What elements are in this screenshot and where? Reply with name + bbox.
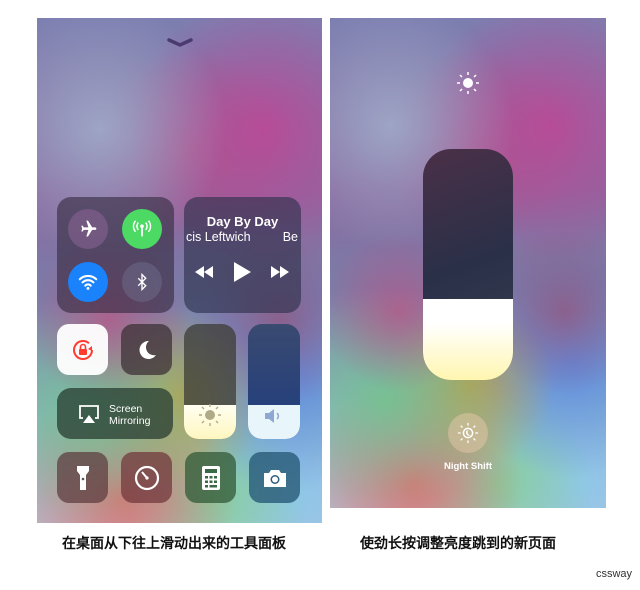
brightness-fill <box>423 299 513 380</box>
artist-name-next: Be <box>282 230 298 244</box>
control-center-screen: Day By Day cis Leftwich Be Screen Mirror… <box>37 18 322 523</box>
calculator-icon <box>201 465 220 490</box>
caption-left: 在桌面从下往上滑动出来的工具面板 <box>62 535 286 551</box>
rewind-icon[interactable] <box>193 264 215 280</box>
song-title: Day By Day <box>206 214 279 229</box>
artist-name: cis Leftwich <box>186 230 251 244</box>
brightness-slider[interactable] <box>184 324 236 439</box>
chevron-down-icon[interactable] <box>167 38 193 48</box>
sun-icon <box>457 72 479 94</box>
timer-button[interactable] <box>121 452 172 503</box>
night-shift-label: Night Shift <box>443 461 492 472</box>
bluetooth-button[interactable] <box>122 262 162 302</box>
airplay-icon <box>79 405 99 423</box>
airplane-icon <box>81 220 97 237</box>
flashlight-button[interactable] <box>57 452 108 503</box>
now-playing-module[interactable]: Day By Day cis Leftwich Be <box>184 197 301 313</box>
brightness-detail-screen: Night Shift <box>330 18 606 508</box>
sun-icon <box>199 404 221 426</box>
moon-icon <box>139 340 156 359</box>
fast-forward-icon[interactable] <box>269 264 291 280</box>
do-not-disturb-button[interactable] <box>121 324 172 375</box>
caption-right: 使劲长按调整亮度跳到的新页面 <box>360 535 556 551</box>
speaker-icon <box>265 409 280 423</box>
night-shift-button[interactable] <box>448 413 488 453</box>
brightness-large-slider[interactable] <box>423 149 513 380</box>
camera-button[interactable] <box>249 452 300 503</box>
play-icon[interactable] <box>231 260 253 284</box>
flashlight-icon <box>76 465 89 490</box>
watermark: cssway <box>595 568 632 580</box>
orientation-lock-button[interactable] <box>57 324 108 375</box>
volume-slider[interactable] <box>248 324 300 439</box>
calculator-button[interactable] <box>185 452 236 503</box>
screen-mirroring-button[interactable]: Screen Mirroring <box>57 388 173 439</box>
wifi-icon <box>78 274 98 290</box>
cellular-data-button[interactable] <box>122 209 162 249</box>
wifi-button[interactable] <box>68 262 108 302</box>
rotation-lock-icon <box>72 339 93 360</box>
cellular-antenna-icon <box>132 220 152 237</box>
screen-mirroring-label-2: Mirroring <box>109 415 151 427</box>
connectivity-module <box>57 197 174 313</box>
night-shift-icon <box>457 422 479 444</box>
airplane-mode-button[interactable] <box>68 209 108 249</box>
camera-icon <box>263 469 286 487</box>
bluetooth-icon <box>137 272 147 292</box>
timer-icon <box>134 465 159 490</box>
